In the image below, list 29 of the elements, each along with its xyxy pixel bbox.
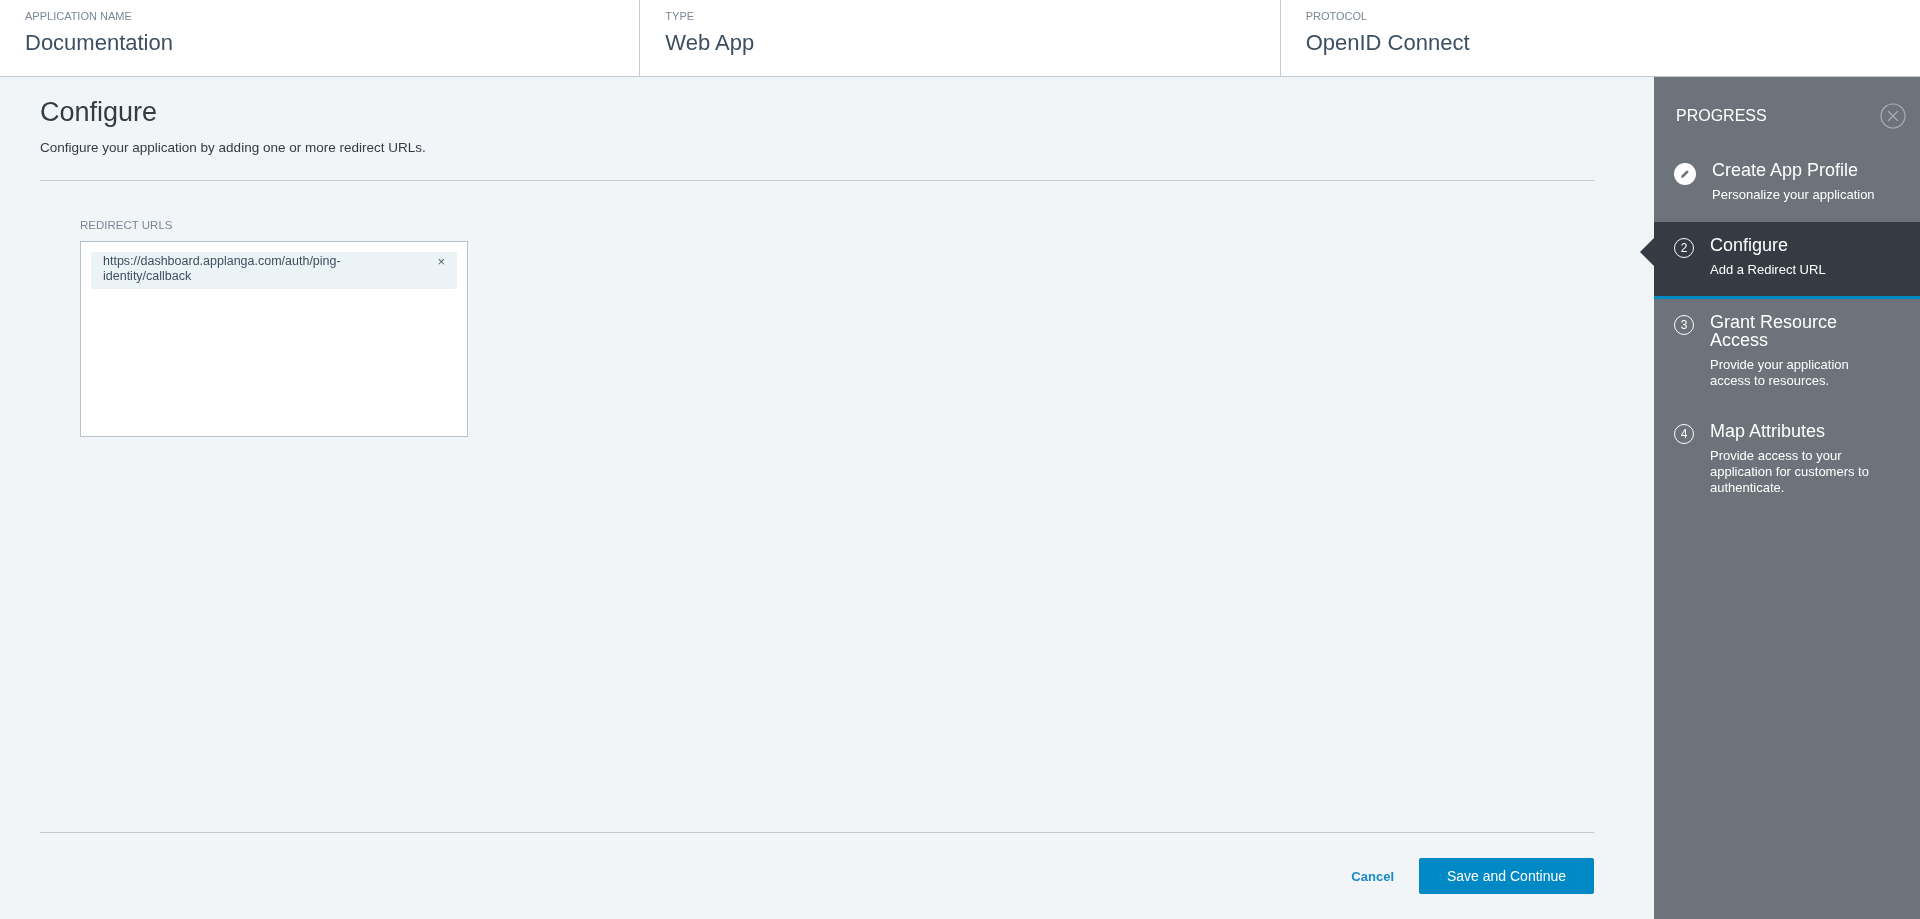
field-label: APPLICATION NAME <box>25 10 133 22</box>
step-title: Map Attributes <box>1710 422 1827 440</box>
save-and-continue-button[interactable]: Save and Continue <box>1419 858 1594 894</box>
cancel-link[interactable]: Cancel <box>1351 868 1394 884</box>
step-title: Grant Resource Access <box>1710 313 1839 349</box>
step-subtitle: Provide your application access to resources. <box>1710 357 1850 389</box>
progress-step[interactable]: 4 Map Attributes Provide access to your application for customers to authenticate. <box>1654 408 1920 515</box>
page-description: Configure your application by adding one or more redirect URLs. <box>40 140 427 155</box>
progress-step[interactable]: 3 Grant Resource Access Provide your application access to resources. <box>1654 299 1920 408</box>
panel-title: PROGRESS <box>1676 107 1767 125</box>
step-subtitle: Personalize your application <box>1712 187 1876 203</box>
url-text: https://dashboard.applanga.com/auth/ping-identity/callback <box>103 254 342 284</box>
close-icon[interactable] <box>1880 103 1906 129</box>
step-subtitle: Provide access to your application for customers to authenticate. <box>1710 448 1870 496</box>
field-label: TYPE <box>665 10 696 22</box>
redirect-urls-field[interactable]: https://dashboard.applanga.com/auth/ping-identity/callback × <box>80 241 468 437</box>
progress-step[interactable]: Create App Profile Personalize your application <box>1654 147 1920 222</box>
field-value: Web App <box>665 30 756 56</box>
step-title: Configure <box>1710 236 1790 254</box>
remove-button[interactable]: × <box>437 254 445 269</box>
field-value: Documentation <box>25 30 174 56</box>
step-subtitle: Add a Redirect URL <box>1710 262 1827 278</box>
page-title: Configure <box>40 97 159 128</box>
selection-pointer <box>1640 238 1654 266</box>
field-label: PROTOCOL <box>1305 10 1369 22</box>
step-title: Create App Profile <box>1712 161 1860 179</box>
field-label: REDIRECT URLS <box>80 219 174 231</box>
pencil-icon <box>1674 163 1696 185</box>
field-value: OpenID Connect <box>1305 30 1471 56</box>
